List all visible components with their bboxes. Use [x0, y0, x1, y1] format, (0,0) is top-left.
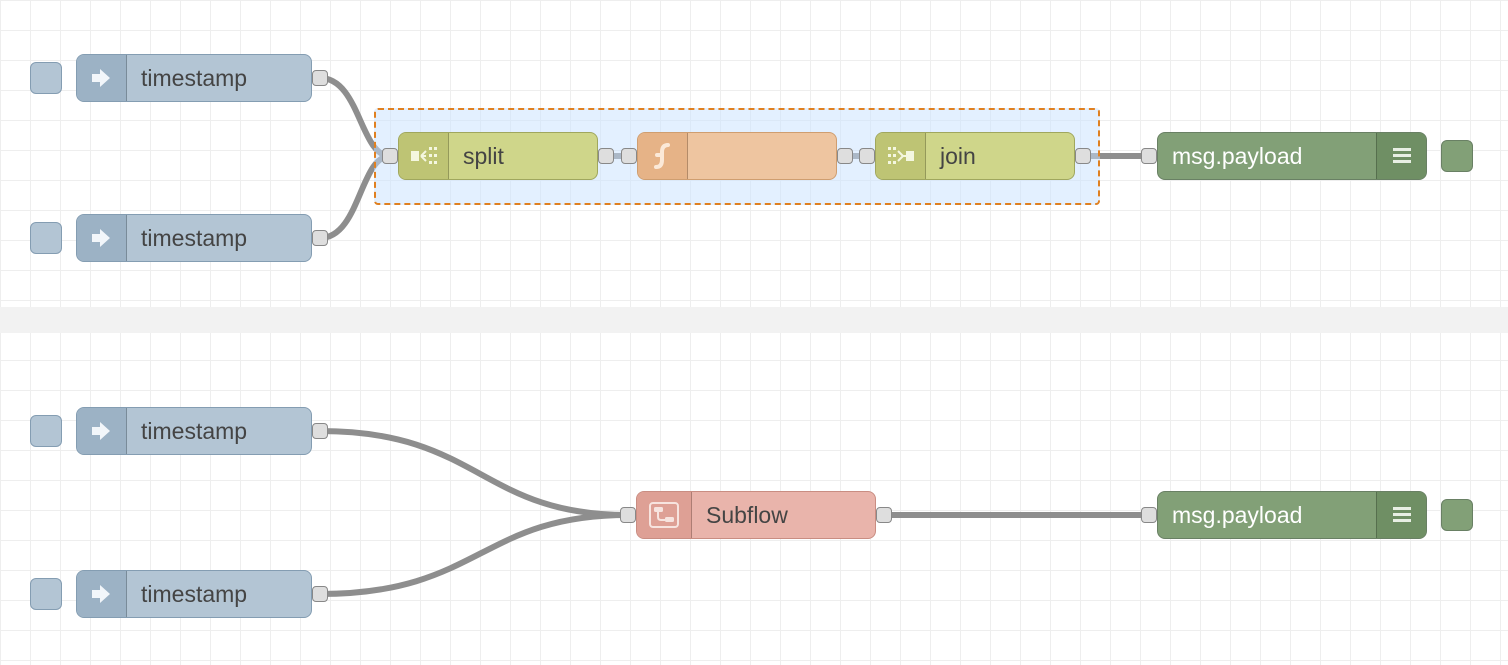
split-icon [399, 133, 449, 179]
input-port[interactable] [1141, 148, 1157, 164]
input-port[interactable] [1141, 507, 1157, 523]
node-split[interactable]: split [398, 132, 598, 180]
node-label [688, 133, 836, 179]
node-label: msg.payload [1158, 133, 1376, 179]
input-port[interactable] [382, 148, 398, 164]
subflow-icon [637, 492, 692, 538]
node-label: join [926, 133, 1074, 179]
inject-icon [77, 408, 127, 454]
node-label: split [449, 133, 597, 179]
output-port[interactable] [598, 148, 614, 164]
input-port[interactable] [621, 148, 637, 164]
inject-button-2[interactable] [30, 222, 62, 254]
debug-toggle-button-1[interactable] [1441, 140, 1473, 172]
inject-button-3[interactable] [30, 415, 62, 447]
debug-icon [1376, 492, 1426, 538]
output-port[interactable] [837, 148, 853, 164]
output-port[interactable] [312, 423, 328, 439]
inject-icon [77, 215, 127, 261]
debug-toggle-button-2[interactable] [1441, 499, 1473, 531]
node-join[interactable]: join [875, 132, 1075, 180]
node-label: Subflow [692, 492, 875, 538]
wire-inject2-split [320, 156, 390, 238]
canvas-divider [0, 307, 1508, 333]
flow-canvas[interactable]: timestamp timestamp split [0, 0, 1508, 665]
wire-inject4-subflow [320, 515, 628, 594]
node-label: timestamp [127, 571, 311, 617]
node-inject-3[interactable]: timestamp [76, 407, 312, 455]
node-function[interactable] [637, 132, 837, 180]
inject-icon [77, 55, 127, 101]
output-port[interactable] [312, 586, 328, 602]
node-inject-4[interactable]: timestamp [76, 570, 312, 618]
wire-inject1-split [320, 78, 390, 156]
debug-icon [1376, 133, 1426, 179]
node-label: timestamp [127, 215, 311, 261]
node-label: timestamp [127, 408, 311, 454]
function-icon [638, 133, 688, 179]
node-label: timestamp [127, 55, 311, 101]
input-port[interactable] [859, 148, 875, 164]
output-port[interactable] [312, 230, 328, 246]
inject-button-4[interactable] [30, 578, 62, 610]
output-port[interactable] [876, 507, 892, 523]
input-port[interactable] [620, 507, 636, 523]
node-debug-2[interactable]: msg.payload [1157, 491, 1427, 539]
wire-inject3-subflow [320, 431, 628, 515]
output-port[interactable] [312, 70, 328, 86]
node-inject-2[interactable]: timestamp [76, 214, 312, 262]
inject-icon [77, 571, 127, 617]
join-icon [876, 133, 926, 179]
node-debug-1[interactable]: msg.payload [1157, 132, 1427, 180]
node-subflow[interactable]: Subflow [636, 491, 876, 539]
inject-button-1[interactable] [30, 62, 62, 94]
node-label: msg.payload [1158, 492, 1376, 538]
output-port[interactable] [1075, 148, 1091, 164]
node-inject-1[interactable]: timestamp [76, 54, 312, 102]
